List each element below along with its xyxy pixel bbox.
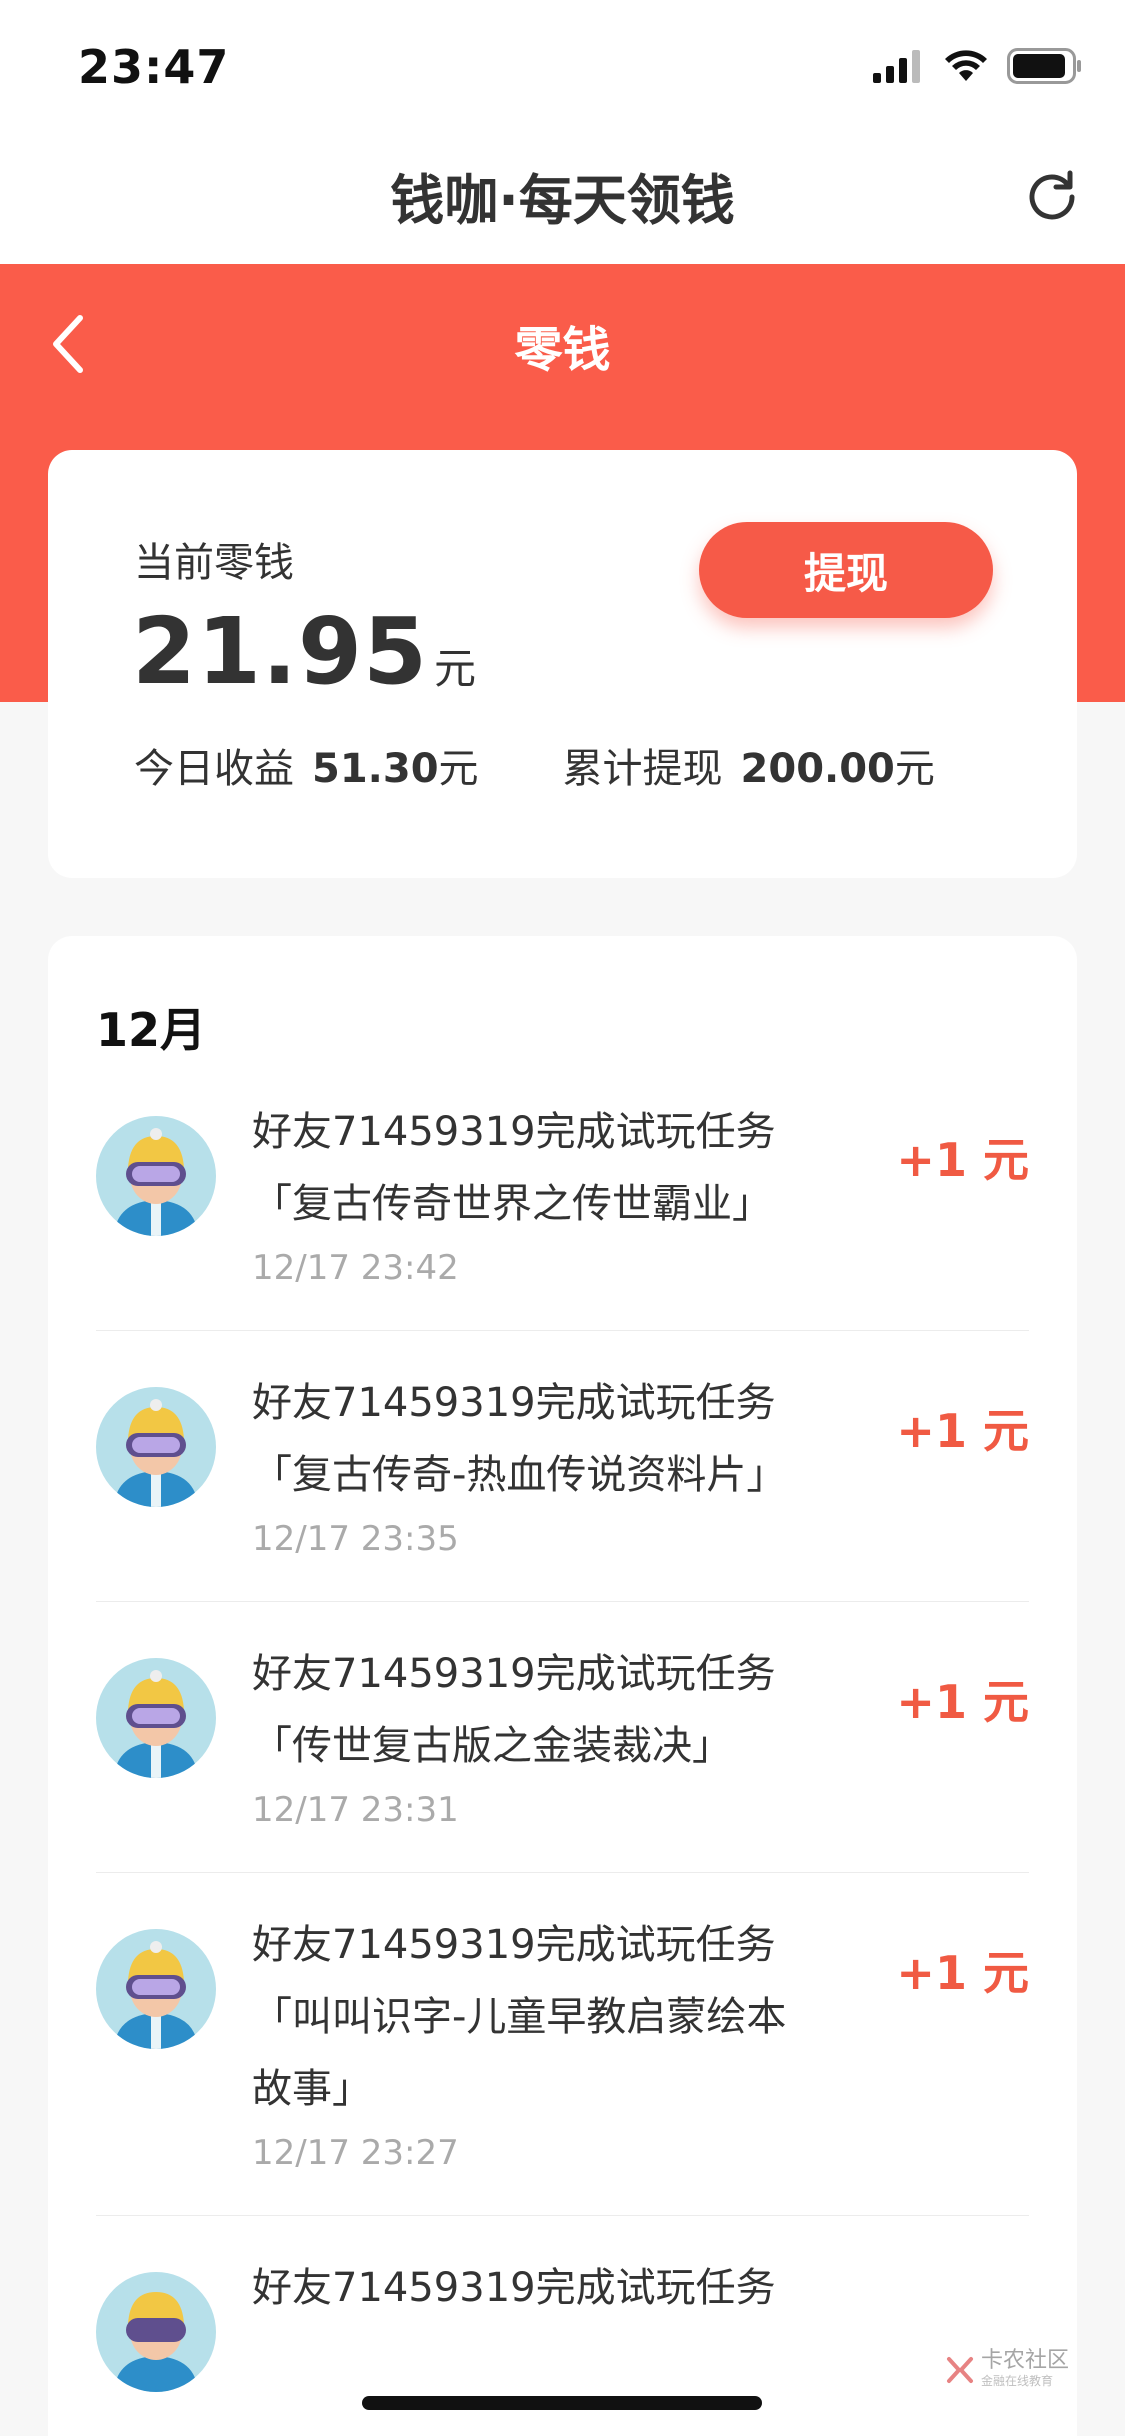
record-amount: +1 元 — [896, 1404, 1029, 1458]
watermark: 卡农社区 金融在线教育 — [945, 2350, 1069, 2389]
list-item[interactable]: 好友71459319完成试玩任务 「复古传奇-热血传说资料片」 12/17 23… — [96, 1331, 1029, 1602]
wifi-icon — [945, 50, 987, 81]
list-item[interactable]: 好友71459319完成试玩任务 「叫叫识字-儿童早教启蒙绘本故事」 12/17… — [96, 1873, 1029, 2216]
record-time: 12/17 23:27 — [252, 2133, 459, 2173]
today-earnings-unit: 元 — [438, 746, 479, 792]
avatar — [96, 2272, 216, 2392]
record-task: 「复古传奇-热血传说资料片」 — [252, 1452, 787, 1498]
record-list: 好友71459319完成试玩任务 「复古传奇世界之传世霸业」 12/17 23:… — [96, 1096, 1029, 2392]
balance-label: 当前零钱 — [134, 540, 294, 586]
avatar — [96, 1387, 216, 1507]
records-card: 12月 好友71459319完成试玩任务 「复古传奇世界之传世霸业」 12/17… — [48, 936, 1077, 2436]
today-earnings-value: 51.30 — [312, 746, 439, 792]
refresh-icon — [1029, 170, 1075, 220]
list-item[interactable]: 好友71459319完成试玩任务 — [96, 2216, 1029, 2392]
status-icons — [873, 48, 1083, 84]
record-text: 好友71459319完成试玩任务 「传世复古版之金装裁决」 — [252, 1638, 812, 1782]
avatar — [96, 1929, 216, 2049]
balance-value: 21.95 — [132, 598, 429, 705]
record-text: 好友71459319完成试玩任务 「复古传奇世界之传世霸业」 — [252, 1096, 812, 1240]
record-amount: +1 元 — [896, 1946, 1029, 2000]
watermark-text-block: 卡农社区 金融在线教育 — [981, 2350, 1069, 2389]
total-withdrawn-value: 200.00 — [740, 746, 895, 792]
record-time: 12/17 23:35 — [252, 1519, 459, 1559]
record-text: 好友71459319完成试玩任务 — [252, 2252, 812, 2324]
watermark-subtext: 金融在线教育 — [980, 2374, 1053, 2388]
total-withdrawn-label: 累计提现 — [562, 746, 723, 792]
record-task: 「复古传奇世界之传世霸业」 — [252, 1181, 772, 1227]
month-label: 12月 — [96, 1003, 207, 1057]
page-title: 零钱 — [514, 322, 611, 378]
balance-amount: 21.95 元 — [132, 598, 476, 705]
watermark-text: 卡农社区 — [980, 2348, 1069, 2373]
cellular-signal-icon — [873, 50, 920, 83]
list-item[interactable]: 好友71459319完成试玩任务 「复古传奇世界之传世霸业」 12/17 23:… — [96, 1096, 1029, 1331]
record-title: 好友71459319完成试玩任务 — [252, 1380, 776, 1426]
balance-stats: 今日收益 51.30 元 累计提现 200.00 元 — [134, 736, 935, 794]
record-amount: +1 元 — [896, 1675, 1029, 1729]
record-task: 「传世复古版之金装裁决」 — [252, 1723, 732, 1769]
app-title: 钱咖·每天领钱 — [390, 169, 735, 232]
nav-bar: 钱咖·每天领钱 — [0, 132, 1125, 264]
record-task: 「叫叫识字-儿童早教启蒙绘本故事」 — [252, 1994, 787, 2112]
home-indicator[interactable] — [362, 2396, 762, 2410]
avatar — [96, 1116, 216, 1236]
record-time: 12/17 23:42 — [252, 1248, 459, 1288]
balance-unit: 元 — [434, 644, 477, 693]
avatar — [96, 1658, 216, 1778]
refresh-button[interactable] — [1017, 160, 1087, 230]
record-text: 好友71459319完成试玩任务 「叫叫识字-儿童早教启蒙绘本故事」 — [252, 1909, 812, 2125]
record-title: 好友71459319完成试玩任务 — [252, 1109, 776, 1155]
balance-card: 当前零钱 21.95 元 提现 今日收益 51.30 元 累计提现 200.00… — [48, 450, 1077, 878]
battery-icon — [1007, 48, 1081, 84]
today-earnings-label: 今日收益 — [134, 746, 294, 792]
record-title: 好友71459319完成试玩任务 — [252, 2265, 776, 2311]
record-time: 12/17 23:31 — [252, 1790, 459, 1830]
record-title: 好友71459319完成试玩任务 — [252, 1922, 776, 1968]
record-amount: +1 元 — [896, 1133, 1029, 1187]
status-time: 23:47 — [78, 40, 230, 94]
total-withdrawn-unit: 元 — [894, 746, 935, 792]
record-text: 好友71459319完成试玩任务 「复古传奇-热血传说资料片」 — [252, 1367, 812, 1511]
record-title: 好友71459319完成试玩任务 — [252, 1651, 776, 1697]
watermark-logo-icon — [946, 2356, 973, 2383]
withdraw-button[interactable]: 提现 — [699, 522, 993, 618]
today-earnings: 今日收益 51.30 元 — [134, 736, 479, 794]
total-withdrawn: 累计提现 200.00 元 — [563, 736, 935, 794]
list-item[interactable]: 好友71459319完成试玩任务 「传世复古版之金装裁决」 12/17 23:3… — [96, 1602, 1029, 1873]
page: 23:47 钱咖·每天领钱 零钱 当前零钱 21.95 元 提现 今日收益 51… — [0, 0, 1125, 2436]
status-bar: 23:47 — [0, 0, 1125, 132]
